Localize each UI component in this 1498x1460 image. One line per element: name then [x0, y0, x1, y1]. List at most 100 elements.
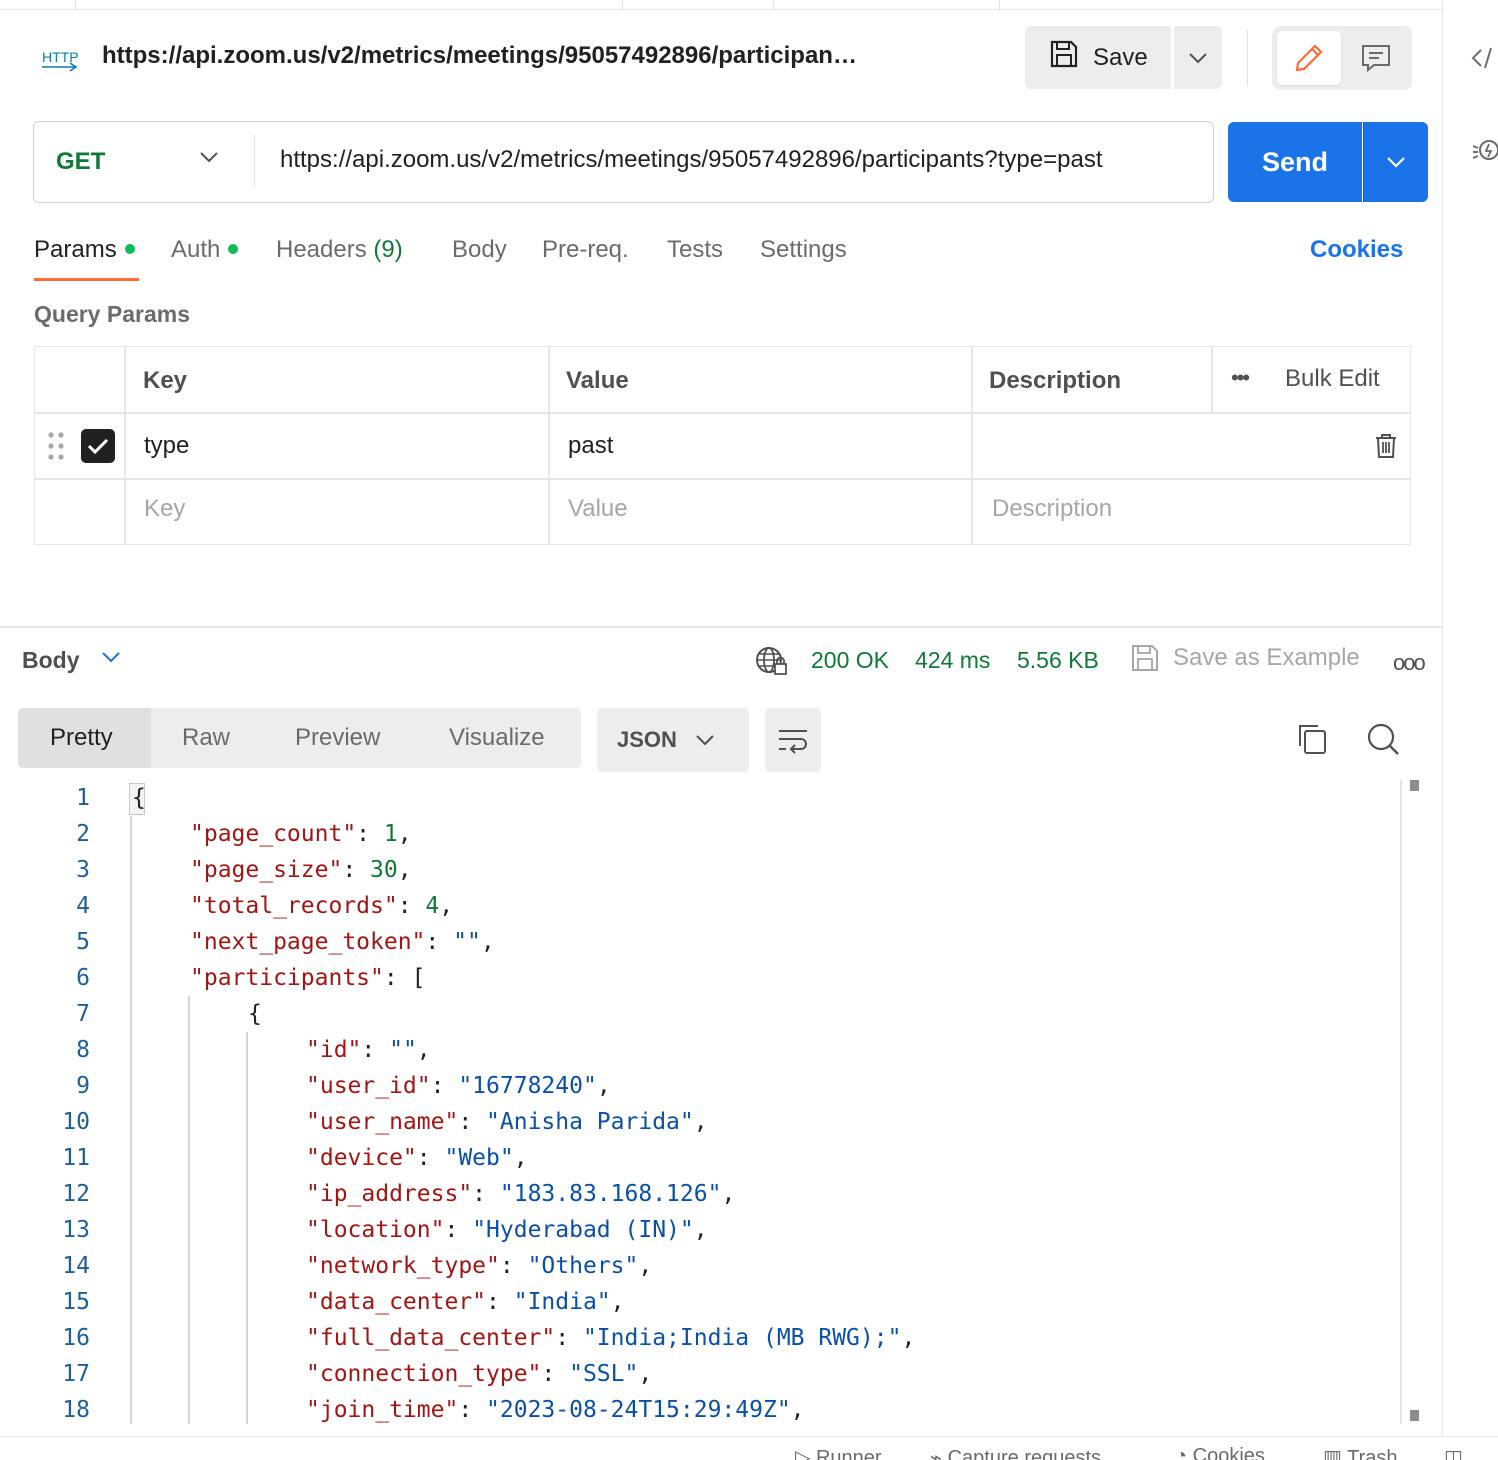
- line-number: 18: [62, 1397, 90, 1423]
- scrollbar-track[interactable]: [1400, 780, 1402, 1424]
- json-string: "": [453, 929, 481, 955]
- code-content: "device": "Web",: [306, 1140, 528, 1176]
- scrollbar-arrow-down[interactable]: [1410, 1410, 1419, 1421]
- save-as-example-button[interactable]: Save as Example: [1173, 644, 1360, 672]
- send-button[interactable]: Send: [1228, 122, 1362, 202]
- runner-button[interactable]: ▷ Runner: [795, 1445, 882, 1460]
- code-content: "location": "Hyderabad (IN)",: [306, 1212, 708, 1248]
- trash-button[interactable]: ▥ Trash: [1323, 1445, 1397, 1460]
- line-number: 8: [76, 1037, 90, 1063]
- response-size[interactable]: 5.56 KB: [1017, 647, 1099, 674]
- chevron-down-icon[interactable]: [100, 650, 122, 669]
- search-icon[interactable]: [1366, 722, 1400, 756]
- scrollbar-arrow-up[interactable]: [1410, 780, 1419, 791]
- json-punctuation: ,: [638, 1253, 653, 1279]
- save-options-button[interactable]: [1174, 26, 1222, 89]
- method-selector[interactable]: GET: [56, 148, 105, 176]
- json-punctuation: :: [555, 1325, 583, 1351]
- code-line: 10 "user_name": "Anisha Parida",: [0, 1104, 1400, 1140]
- code-line: 9 "user_id": "16778240",: [0, 1068, 1400, 1104]
- new-value-input[interactable]: Value: [568, 495, 628, 523]
- chevron-down-icon: [696, 735, 714, 746]
- column-header-description: Description: [989, 367, 1122, 394]
- more-options-icon[interactable]: ooo: [1393, 650, 1426, 676]
- code-line: 8 "id": "",: [0, 1032, 1400, 1068]
- view-tab-raw[interactable]: Raw: [182, 724, 230, 752]
- json-punctuation: :: [458, 1109, 487, 1135]
- cookies-button[interactable]: ◔ Cookies: [1175, 1445, 1265, 1460]
- response-time[interactable]: 424 ms: [915, 647, 990, 674]
- cookies-link[interactable]: Cookies: [1310, 236, 1403, 264]
- layout-toggle-icon[interactable]: ◫: [1444, 1445, 1463, 1460]
- code-line: 11 "device": "Web",: [0, 1140, 1400, 1176]
- send-options-button[interactable]: [1363, 122, 1428, 202]
- view-tab-pretty[interactable]: Pretty: [50, 724, 113, 752]
- code-line: 2 "page_count": 1,: [0, 816, 1400, 852]
- code-line: 14 "network_type": "Others",: [0, 1248, 1400, 1284]
- json-punctuation: {: [132, 785, 146, 811]
- capture-requests-button[interactable]: ⌁ Capture requests: [930, 1445, 1101, 1460]
- line-number: 3: [76, 857, 90, 883]
- line-number: 4: [76, 893, 90, 919]
- edit-mode-button[interactable]: [1277, 31, 1341, 85]
- json-punctuation: :: [356, 821, 384, 847]
- chevron-down-icon[interactable]: [198, 150, 220, 169]
- response-body-label[interactable]: Body: [22, 647, 80, 674]
- format-selector[interactable]: JSON: [597, 708, 749, 772]
- json-punctuation: :: [430, 1073, 459, 1099]
- json-key: "location": [306, 1217, 445, 1243]
- pane-resize-handle[interactable]: [0, 626, 1442, 628]
- url-input[interactable]: [280, 146, 1200, 174]
- comment-mode-button[interactable]: [1345, 31, 1407, 85]
- json-key: "next_page_token": [190, 929, 426, 955]
- line-number: 12: [62, 1181, 90, 1207]
- json-string: "Web": [444, 1145, 514, 1171]
- drag-handle-icon[interactable]: [47, 431, 65, 461]
- json-key: "device": [306, 1145, 417, 1171]
- json-punctuation: ,: [439, 893, 454, 919]
- code-content: "page_size": 30,: [190, 852, 412, 888]
- query-params-title: Query Params: [34, 301, 190, 327]
- wrap-lines-button[interactable]: [765, 708, 821, 772]
- request-title[interactable]: https://api.zoom.us/v2/metrics/meetings/…: [102, 42, 857, 70]
- param-key-cell[interactable]: type: [144, 432, 189, 460]
- tab-body[interactable]: Body: [452, 236, 507, 264]
- bulk-edit-button[interactable]: Bulk Edit: [1285, 365, 1380, 393]
- code-content: {: [132, 780, 146, 816]
- code-snippet-icon[interactable]: [1471, 44, 1498, 72]
- json-key: "participants": [190, 965, 384, 991]
- tab-prereq[interactable]: Pre-req.: [542, 236, 629, 264]
- save-button[interactable]: Save: [1025, 26, 1171, 89]
- trash-icon[interactable]: [1375, 433, 1397, 464]
- lightbulb-icon[interactable]: [1471, 138, 1498, 166]
- param-enabled-checkbox[interactable]: [81, 429, 115, 463]
- new-key-input[interactable]: Key: [144, 495, 185, 523]
- json-punctuation: :: [499, 1253, 528, 1279]
- column-header-key: Key: [143, 367, 188, 394]
- copy-icon[interactable]: [1296, 722, 1328, 756]
- view-tab-preview[interactable]: Preview: [295, 724, 380, 752]
- json-punctuation: :: [458, 1397, 487, 1423]
- comment-icon: [1362, 45, 1390, 73]
- tab-headers[interactable]: Headers (9): [276, 236, 403, 264]
- view-tab-visualize[interactable]: Visualize: [449, 724, 545, 752]
- response-code-view[interactable]: 1{2 "page_count": 1, 3 "page_size": 30, 4 "to…: [0, 780, 1400, 1424]
- param-value-cell[interactable]: past: [568, 432, 613, 460]
- line-number: 7: [76, 1001, 90, 1027]
- tab-settings[interactable]: Settings: [760, 236, 847, 264]
- tab-tests[interactable]: Tests: [667, 236, 723, 264]
- new-description-input[interactable]: Description: [992, 495, 1112, 523]
- more-options-icon[interactable]: •••: [1231, 365, 1250, 391]
- code-line: 17 "connection_type": "SSL",: [0, 1356, 1400, 1392]
- response-status[interactable]: 200 OK: [811, 647, 889, 674]
- tab-auth[interactable]: Auth: [171, 236, 239, 264]
- network-globe-icon[interactable]: [754, 645, 788, 677]
- json-key: "total_records": [190, 893, 398, 919]
- code-content: "data_center": "India",: [306, 1284, 625, 1320]
- json-string: "Others": [527, 1253, 639, 1279]
- json-punctuation: :: [472, 1181, 500, 1207]
- json-punctuation: :: [397, 893, 426, 919]
- json-string: "Hyderabad (IN)": [472, 1217, 694, 1243]
- runner-label: Runner: [815, 1447, 882, 1460]
- tab-params[interactable]: Params: [34, 236, 135, 264]
